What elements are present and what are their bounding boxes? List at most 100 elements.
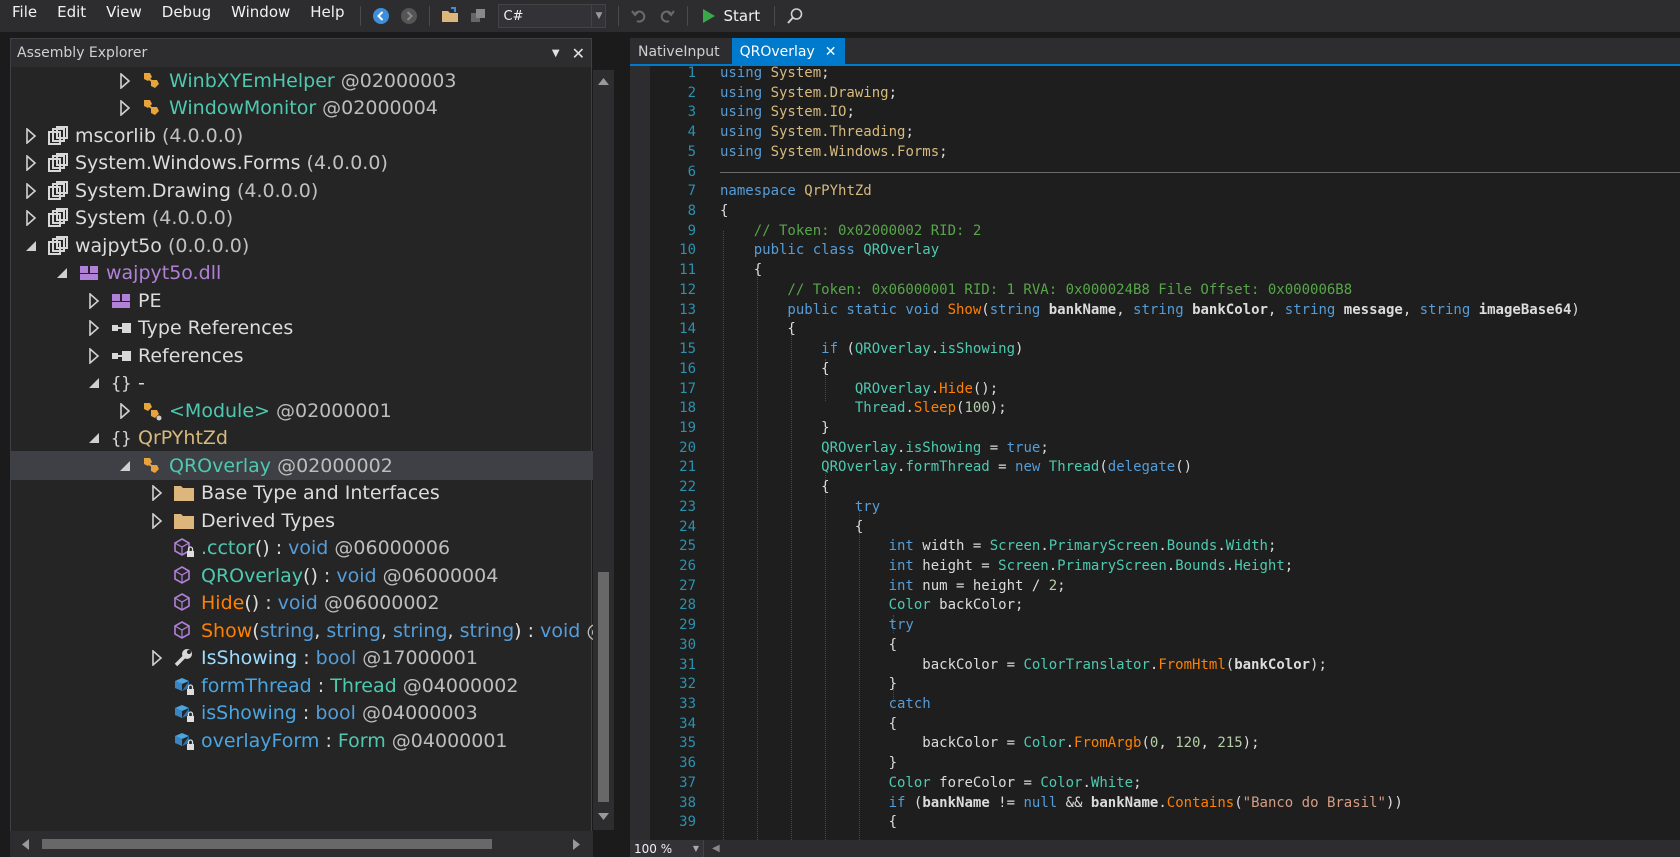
- no-expander: [145, 589, 169, 618]
- scroll-down-icon[interactable]: [597, 812, 610, 822]
- navigate-back-button[interactable]: [370, 5, 392, 27]
- collapsed-arrow-icon[interactable]: [82, 314, 106, 343]
- code-token: Color: [888, 597, 940, 614]
- language-select[interactable]: C# ▼: [498, 4, 607, 28]
- code-text: int width = Screen.PrimaryScreen.Bounds.…: [720, 536, 1277, 557]
- start-button-label: Start: [723, 7, 761, 25]
- tree-node-overlayform[interactable]: overlayForm : Form @04000001: [11, 726, 593, 755]
- collapsed-arrow-icon[interactable]: [82, 341, 106, 370]
- tree-node-cctor[interactable]: .cctor() : void @06000006: [11, 534, 593, 563]
- class-icon: [137, 94, 167, 123]
- menu-view[interactable]: View: [96, 0, 152, 32]
- open-list-button[interactable]: [467, 5, 489, 27]
- tree-node-module[interactable]: <Module> @02000001: [11, 396, 593, 425]
- collapsed-arrow-icon[interactable]: [113, 396, 137, 425]
- code-token: FromHtml: [1158, 656, 1226, 673]
- scroll-left-icon[interactable]: [20, 838, 30, 851]
- code-token: public static void: [720, 301, 948, 318]
- collapsed-arrow-icon[interactable]: [145, 644, 169, 673]
- start-button[interactable]: Start: [694, 7, 768, 25]
- collapsed-arrow-icon[interactable]: [19, 176, 43, 205]
- code-token: }: [720, 755, 898, 772]
- code-token: !=: [989, 794, 1024, 811]
- collapsed-arrow-icon[interactable]: [113, 94, 137, 123]
- tree-node-base-types[interactable]: Base Type and Interfaces: [11, 479, 593, 508]
- explorer-horizontal-scrollbar[interactable]: [10, 831, 593, 857]
- code-token: .: [1082, 774, 1091, 791]
- menu-help[interactable]: Help: [300, 0, 354, 32]
- private-field-icon: [169, 699, 199, 728]
- line-number: 30: [679, 636, 696, 653]
- panel-menu-chevron-icon[interactable]: ▼: [552, 48, 560, 59]
- scroll-up-icon[interactable]: [597, 76, 610, 86]
- collapsed-arrow-icon[interactable]: [82, 286, 106, 315]
- collapsed-arrow-icon[interactable]: [145, 506, 169, 535]
- menu-edit[interactable]: Edit: [47, 0, 96, 32]
- tree-node-qroverlay[interactable]: QROverlay @02000002: [11, 451, 593, 480]
- code-token: ;: [1267, 538, 1277, 555]
- tree-node-system-drawing[interactable]: System.Drawing (4.0.0.0): [11, 176, 593, 205]
- tree-node-winbxyemhelper[interactable]: WinbXYEmHelper @02000003: [11, 68, 593, 95]
- panel-close-icon[interactable]: ✕: [572, 44, 585, 63]
- tree-node-isshowing-property[interactable]: IsShowing : bool @17000001: [11, 644, 593, 673]
- tree-node-show[interactable]: Show(string, string, string, string) : v…: [11, 616, 593, 645]
- collapsed-arrow-icon[interactable]: [19, 204, 43, 233]
- close-tab-icon[interactable]: ✕: [825, 44, 837, 60]
- collapsed-arrow-icon[interactable]: [145, 479, 169, 508]
- expanded-arrow-icon[interactable]: [50, 259, 74, 288]
- code-editor[interactable]: 1 using System; 2 using System.Drawing; 3 usi…: [630, 66, 1680, 840]
- menu-file[interactable]: File: [0, 0, 47, 32]
- expanded-arrow-icon[interactable]: [82, 369, 106, 398]
- undo-button[interactable]: [628, 5, 650, 27]
- label-segment: () :: [303, 564, 337, 587]
- collapsed-arrow-icon[interactable]: [113, 68, 137, 95]
- redo-button[interactable]: [656, 5, 678, 27]
- panel-title: Assembly Explorer: [17, 45, 148, 61]
- no-expander: [145, 726, 169, 755]
- code-text: if (QROverlay.isShowing): [720, 339, 1023, 360]
- tree-node-namespace-empty[interactable]: {} -: [11, 369, 593, 398]
- tree-node-type-references[interactable]: Type References: [11, 314, 593, 343]
- explorer-vertical-scrollbar[interactable]: [593, 70, 614, 830]
- collapsed-arrow-icon[interactable]: [19, 149, 43, 178]
- tree-node-wajpyt5o[interactable]: wajpyt5o (0.0.0.0): [11, 231, 593, 260]
- expanded-arrow-icon[interactable]: [82, 424, 106, 453]
- tree-node-system-windows-forms[interactable]: System.Windows.Forms (4.0.0.0): [11, 149, 593, 178]
- tree-node-references[interactable]: References: [11, 341, 593, 370]
- scroll-right-icon[interactable]: [572, 838, 582, 851]
- tree-node-isshowing-field[interactable]: isShowing : bool @04000003: [11, 699, 593, 728]
- line-number: 17: [679, 380, 696, 397]
- code-text: public class QROverlay: [720, 240, 939, 261]
- tree-node-system[interactable]: System (4.0.0.0): [11, 204, 593, 233]
- code-token: backColor =: [720, 735, 1024, 752]
- tree-node-windowmonitor[interactable]: WindowMonitor @02000004: [11, 94, 593, 123]
- tree-node-namespace-qrpyhtzd[interactable]: {} QrPYhtZd: [11, 424, 593, 453]
- tree-node-hide[interactable]: Hide() : void @06000002: [11, 589, 593, 618]
- tree-node-formthread[interactable]: formThread : Thread @04000002: [11, 671, 593, 700]
- search-button[interactable]: [784, 5, 806, 27]
- tree-node-wajpyt5o-dll[interactable]: wajpyt5o.dll: [11, 259, 593, 288]
- menu-window[interactable]: Window: [221, 0, 300, 32]
- menu-debug[interactable]: Debug: [152, 0, 221, 32]
- code-text: }: [720, 753, 897, 774]
- tab-nativeinput[interactable]: NativeInput: [630, 38, 728, 66]
- scrollbar-thumb[interactable]: [598, 572, 609, 802]
- back-arrow-icon: [373, 8, 390, 24]
- tree-node-pe[interactable]: PE: [11, 286, 593, 315]
- scrollbar-thumb[interactable]: [42, 839, 492, 849]
- code-token: ;: [1057, 577, 1066, 594]
- collapsed-arrow-icon[interactable]: [19, 121, 43, 150]
- expanded-arrow-icon[interactable]: [19, 231, 43, 260]
- open-button[interactable]: [439, 5, 461, 27]
- code-token: (: [1141, 735, 1150, 752]
- code-token: isShowing: [905, 439, 982, 456]
- zoom-select[interactable]: 100 % ▼: [630, 840, 704, 857]
- tree-node-mscorlib[interactable]: mscorlib (4.0.0.0): [11, 121, 593, 150]
- tab-qroverlay[interactable]: QROverlay ✕: [731, 38, 845, 66]
- tree-node-ctor[interactable]: QROverlay() : void @06000004: [11, 561, 593, 590]
- navigate-forward-button[interactable]: [398, 5, 420, 27]
- tree-node-derived-types[interactable]: Derived Types: [11, 506, 593, 535]
- expanded-arrow-icon[interactable]: [113, 451, 137, 480]
- scroll-left-icon[interactable]: ◀: [712, 843, 720, 854]
